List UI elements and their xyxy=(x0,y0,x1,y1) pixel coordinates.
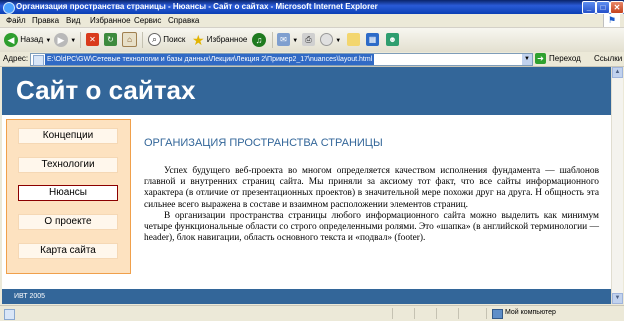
nav-item-sitemap[interactable]: Карта сайта xyxy=(18,243,118,259)
links-button[interactable]: Ссылки xyxy=(594,54,622,63)
search-icon: ⌕ xyxy=(148,33,161,47)
scroll-down-button[interactable]: ▼ xyxy=(612,293,623,304)
nav-item-concepts[interactable]: Концепции xyxy=(18,128,118,144)
status-bar: Мой компьютер xyxy=(0,305,624,321)
windows-flag-icon: ⚑ xyxy=(603,14,620,27)
nav-item-technologies[interactable]: Технологии xyxy=(18,157,118,173)
go-button[interactable]: Переход xyxy=(549,54,581,63)
page-icon xyxy=(33,55,44,66)
menu-edit[interactable]: Правка xyxy=(32,16,59,25)
refresh-icon: ↻ xyxy=(104,33,117,47)
back-label: Назад xyxy=(20,35,44,44)
status-divider xyxy=(414,308,415,319)
computer-icon xyxy=(492,309,503,319)
status-divider xyxy=(486,308,487,319)
address-dropdown-icon[interactable]: ▼ xyxy=(522,54,532,65)
stop-icon: ✕ xyxy=(86,33,99,47)
forward-button[interactable]: ▶ ▼ xyxy=(54,31,76,49)
media-icon: ♫ xyxy=(252,32,266,47)
maximize-button[interactable]: □ xyxy=(596,1,610,14)
edit-circle-icon xyxy=(320,33,333,47)
status-divider xyxy=(436,308,437,319)
go-arrow-icon[interactable]: ➜ xyxy=(535,53,546,64)
back-button[interactable]: ◀ Назад ▼ xyxy=(4,31,51,49)
research-icon: ▦ xyxy=(366,33,379,47)
address-label: Адрес: xyxy=(3,54,29,63)
toolbar: ◀ Назад ▼ ▶ ▼ ✕ ↻ ⌂ ⌕ Поиск ★ Избранное … xyxy=(0,28,624,53)
forward-dropdown-icon: ▼ xyxy=(70,38,77,44)
forward-arrow-icon: ▶ xyxy=(54,32,68,47)
star-icon: ★ xyxy=(192,32,205,48)
site-title: Сайт о сайтах xyxy=(16,75,196,105)
scroll-up-button[interactable]: ▲ xyxy=(612,67,623,78)
toolbar-separator xyxy=(272,32,273,48)
close-button[interactable]: ✕ xyxy=(610,1,624,14)
nav-item-nuances[interactable]: Нюансы xyxy=(18,185,118,201)
minimize-button[interactable]: _ xyxy=(582,1,596,14)
favorites-button[interactable]: ★ Избранное xyxy=(192,31,247,49)
mail-dropdown-icon: ▼ xyxy=(292,38,299,44)
sidebar-nav: Концепции Технологии Нюансы О проекте Ка… xyxy=(6,119,131,274)
title-bar: Организация пространства страницы - Нюан… xyxy=(0,0,624,14)
messenger-button[interactable]: ☻ xyxy=(386,31,399,49)
page-viewport: Сайт о сайтах Концепции Технологии Нюанс… xyxy=(2,67,611,304)
address-bar: Адрес: E:\OldPC\GW\Сетевые технологии и … xyxy=(0,52,624,67)
printer-icon: ⎙ xyxy=(302,33,315,47)
menu-bar: Файл Правка Вид Избранное Сервис Справка… xyxy=(0,14,624,28)
back-dropdown-icon: ▼ xyxy=(45,38,52,44)
address-input[interactable]: E:\OldPC\GW\Сетевые технологии и базы да… xyxy=(30,53,533,66)
menu-tools[interactable]: Сервис xyxy=(134,16,161,25)
media-button[interactable]: ♫ xyxy=(252,31,266,49)
site-header: Сайт о сайтах xyxy=(2,67,611,115)
toolbar-separator xyxy=(80,32,81,48)
home-icon: ⌂ xyxy=(122,32,137,48)
folder-button[interactable] xyxy=(347,31,360,49)
status-divider xyxy=(458,308,459,319)
edit-dropdown-icon: ▼ xyxy=(335,38,342,44)
print-button[interactable]: ⎙ xyxy=(302,31,315,49)
page-heading: ОРГАНИЗАЦИЯ ПРОСТРАНСТВА СТРАНИЦЫ xyxy=(144,137,383,149)
messenger-icon: ☻ xyxy=(386,33,399,47)
edit-button[interactable]: ▼ xyxy=(320,31,341,49)
stop-button[interactable]: ✕ xyxy=(86,31,99,49)
nav-item-about[interactable]: О проекте xyxy=(18,214,118,230)
research-button[interactable]: ▦ xyxy=(366,31,379,49)
menu-view[interactable]: Вид xyxy=(66,16,80,25)
main-content: ОРГАНИЗАЦИЯ ПРОСТРАНСТВА СТРАНИЦЫ Успех … xyxy=(144,137,599,244)
ie-logo-icon xyxy=(3,2,15,14)
home-button[interactable]: ⌂ xyxy=(122,31,137,49)
mail-icon: ✉ xyxy=(277,33,290,47)
content-paragraph: Успех будущего веб-проекта во многом опр… xyxy=(144,166,599,210)
menu-help[interactable]: Справка xyxy=(168,16,199,25)
page-done-icon xyxy=(4,309,15,320)
mail-button[interactable]: ✉ ▼ xyxy=(277,31,298,49)
vertical-scrollbar[interactable]: ▲ ▼ xyxy=(611,67,623,304)
security-zone-label: Мой компьютер xyxy=(505,309,556,316)
browser-window: Организация пространства страницы - Нюан… xyxy=(0,0,624,321)
refresh-button[interactable]: ↻ xyxy=(104,31,117,49)
footer-text: ИВТ 2005 xyxy=(14,293,46,300)
search-button[interactable]: ⌕ Поиск xyxy=(148,31,185,49)
site-footer: ИВТ 2005 xyxy=(2,289,611,304)
back-arrow-icon: ◀ xyxy=(4,32,18,47)
folder-icon xyxy=(347,33,360,47)
favorites-label: Избранное xyxy=(206,35,248,45)
toolbar-separator xyxy=(142,32,143,48)
content-paragraph: В организации пространства страницы любо… xyxy=(144,210,599,244)
window-title: Организация пространства страницы - Нюан… xyxy=(16,2,378,11)
search-label: Поиск xyxy=(163,35,186,44)
menu-favorites[interactable]: Избранное xyxy=(90,16,131,25)
address-url[interactable]: E:\OldPC\GW\Сетевые технологии и базы да… xyxy=(45,54,375,65)
menu-file[interactable]: Файл xyxy=(6,16,26,25)
status-divider xyxy=(392,308,393,319)
